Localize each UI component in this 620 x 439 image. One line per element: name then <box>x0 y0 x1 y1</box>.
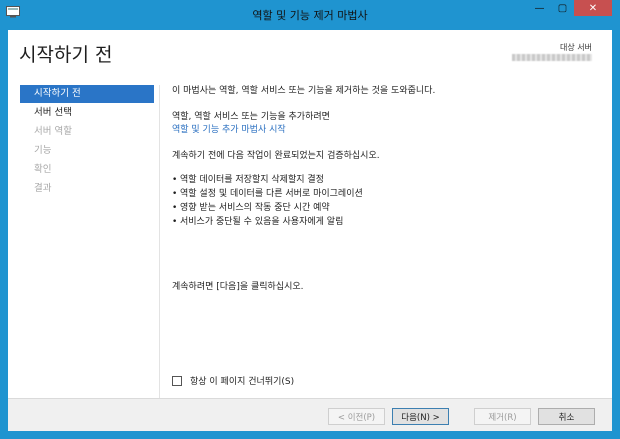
skip-page-label[interactable]: 항상 이 페이지 건너뛰기(S) <box>190 374 294 387</box>
title-bar[interactable]: 역할 및 기능 제거 마법사 — ▢ ✕ <box>0 0 620 30</box>
wizard-window: 역할 및 기능 제거 마법사 — ▢ ✕ 시작하기 전 대상 서버 시작하기 전… <box>0 0 620 439</box>
maximize-button[interactable]: ▢ <box>551 0 574 16</box>
nav-item-results: 결과 <box>34 183 52 194</box>
skip-page-checkbox[interactable] <box>172 375 182 386</box>
minimize-button[interactable]: — <box>528 0 551 16</box>
wizard-header: 시작하기 전 대상 서버 <box>8 30 612 80</box>
window-controls: — ▢ ✕ <box>528 0 612 16</box>
target-server-label: 대상 서버 <box>560 43 592 52</box>
wizard-footer: < 이전(P) 다음(N) > 제거(R) 취소 <box>8 398 612 431</box>
list-item: 영향 받는 서비스의 작동 중단 시간 예약 <box>172 201 592 215</box>
intro-text: 이 마법사는 역할, 역할 서비스 또는 기능을 제거하는 것을 도와줍니다. <box>172 86 436 96</box>
cancel-button[interactable]: 취소 <box>538 408 595 425</box>
target-server-name-redacted <box>512 54 592 61</box>
skip-page-option[interactable]: 항상 이 페이지 건너뛰기(S) <box>172 374 294 387</box>
add-roles-wizard-link[interactable]: 역할 및 기능 추가 마법사 시작 <box>172 124 592 137</box>
main-content: 이 마법사는 역할, 역할 서비스 또는 기능을 제거하는 것을 도와줍니다. … <box>172 85 592 292</box>
nav-item-before-you-begin[interactable]: 시작하기 전 <box>20 85 154 103</box>
nav-item-server-roles: 서버 역할 <box>34 126 72 137</box>
remove-button[interactable]: 제거(R) <box>474 408 531 425</box>
window-title: 역할 및 기능 제거 마법사 <box>252 9 368 22</box>
list-item: 역할 설정 및 데이터를 다른 서버로 마이그레이션 <box>172 187 592 201</box>
add-roles-text: 역할, 역할 서비스 또는 기능을 추가하려면 <box>172 112 330 122</box>
verify-text: 계속하기 전에 다음 작업이 완료되었는지 검증하십시오. <box>172 151 380 161</box>
nav-item-server-selection[interactable]: 서버 선택 <box>20 104 154 122</box>
nav-divider <box>159 85 160 398</box>
previous-button[interactable]: < 이전(P) <box>328 408 385 425</box>
wizard-steps-nav: 시작하기 전 서버 선택 서버 역할 기능 확인 결과 <box>20 85 154 199</box>
list-item: 역할 데이터를 저장할지 삭제할지 결정 <box>172 173 592 187</box>
add-roles-block: 역할, 역할 서비스 또는 기능을 추가하려면 역할 및 기능 추가 마법사 시… <box>172 111 592 137</box>
close-button[interactable]: ✕ <box>574 0 612 16</box>
continue-text: 계속하려면 [다음]을 클릭하십시오. <box>172 282 304 292</box>
nav-item-confirmation: 확인 <box>34 164 52 175</box>
next-button[interactable]: 다음(N) > <box>392 408 449 425</box>
nav-item-features: 기능 <box>34 145 52 156</box>
page-title: 시작하기 전 <box>19 44 113 66</box>
prerequisite-list: 역할 데이터를 저장할지 삭제할지 결정 역할 설정 및 데이터를 다른 서버로… <box>172 173 592 229</box>
wizard-client-area: 시작하기 전 대상 서버 시작하기 전 서버 선택 서버 역할 기능 확인 결과… <box>8 30 612 431</box>
list-item: 서비스가 중단될 수 있음을 사용자에게 알림 <box>172 215 592 229</box>
